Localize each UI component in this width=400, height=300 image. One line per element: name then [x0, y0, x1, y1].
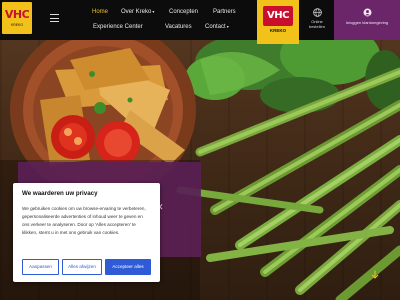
- reject-all-button[interactable]: Alles afwijzen: [62, 259, 102, 275]
- center-logo-sub: KREKO: [269, 28, 287, 33]
- center-logo[interactable]: VHC KREKO: [257, 0, 299, 44]
- site-logo[interactable]: VHC KREKO: [2, 2, 32, 34]
- chevron-down-icon: ▾: [226, 24, 229, 29]
- nav-contact-label: Contact: [205, 24, 226, 30]
- login-button[interactable]: Inloggen klantomgeving: [334, 0, 400, 40]
- nav-experience-center[interactable]: Experience Center: [93, 24, 143, 30]
- consent-title: We waarderen uw privacy: [22, 190, 98, 197]
- nav-home[interactable]: Home: [92, 9, 108, 15]
- site-header: VHC KREKO Home Over Kreko▾ Concepten Par…: [0, 0, 400, 44]
- nav-over-kreko-label: Over Kreko: [121, 9, 152, 15]
- logo-sub: KREKO: [10, 23, 24, 27]
- accept-all-button[interactable]: Accepteer alles: [105, 259, 151, 275]
- order-online-button[interactable]: Online bestellen: [301, 0, 333, 40]
- consent-body: We gebruiken cookies om uw browse-ervari…: [22, 206, 146, 235]
- center-logo-brand: VHC: [263, 6, 293, 26]
- customize-button[interactable]: Aanpassen: [22, 259, 59, 275]
- scroll-down-icon[interactable]: [371, 270, 379, 279]
- hamburger-menu-icon[interactable]: [50, 14, 59, 22]
- login-label: Inloggen klantomgeving: [345, 20, 389, 25]
- chevron-down-icon: ▾: [152, 9, 155, 14]
- nav-over-kreko[interactable]: Over Kreko▾: [121, 9, 154, 15]
- nav-vacatures[interactable]: Vacatures: [165, 24, 192, 30]
- nav-concepten[interactable]: Concepten: [169, 9, 198, 15]
- nav-partners[interactable]: Partners: [213, 9, 236, 15]
- user-icon: [363, 8, 371, 17]
- globe-icon: [312, 8, 322, 17]
- nav-contact[interactable]: Contact▾: [205, 24, 229, 30]
- logo-brand: VHC: [4, 8, 30, 21]
- order-label-2: bestellen: [308, 24, 325, 29]
- cookie-consent-dialog: We waarderen uw privacy We gebruiken coo…: [13, 183, 160, 282]
